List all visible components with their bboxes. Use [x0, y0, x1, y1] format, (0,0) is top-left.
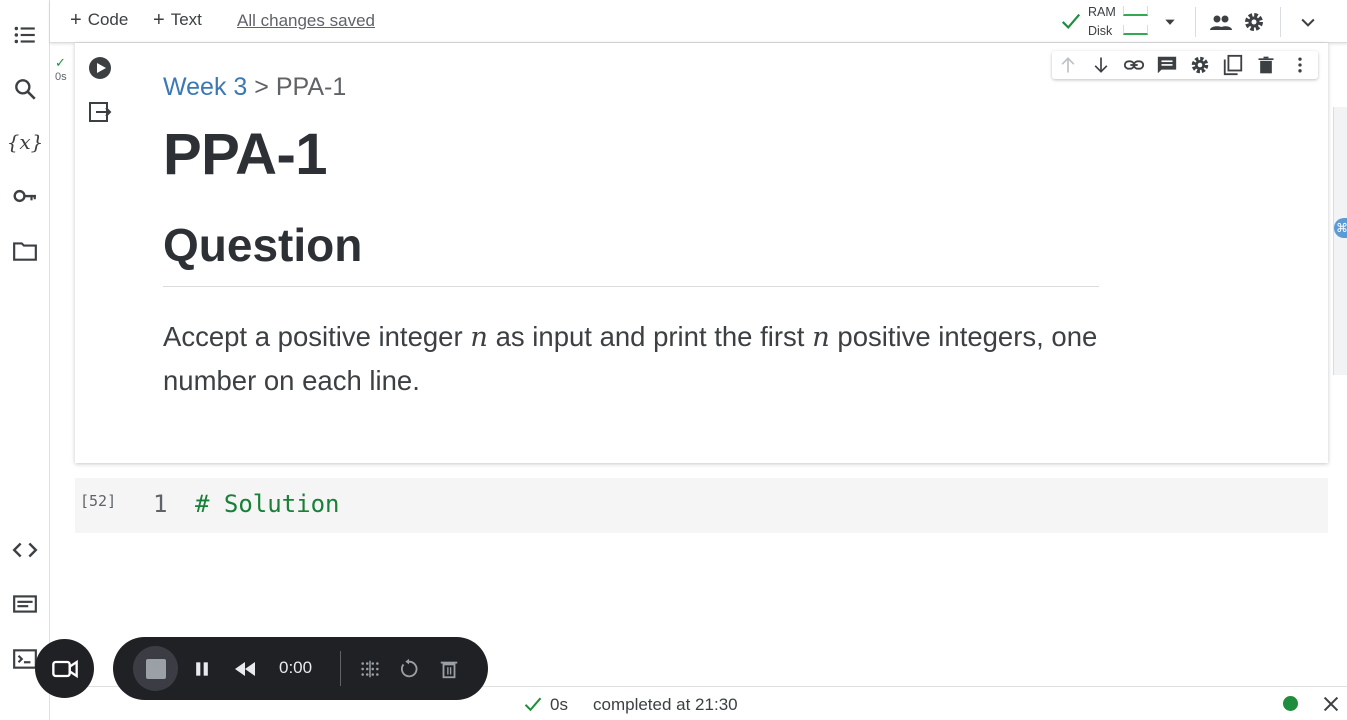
section-heading: Question [163, 219, 363, 271]
disk-bar [1123, 25, 1148, 35]
math-variable: n [812, 321, 830, 353]
copy-icon[interactable] [1221, 53, 1245, 77]
math-variable: n [470, 321, 488, 353]
divider [1195, 7, 1196, 37]
cell-run-time: 0s [55, 71, 67, 83]
status-completed: completed at 21:30 [593, 695, 738, 714]
disk-label: Disk [1088, 24, 1113, 38]
plus-icon: + [153, 9, 165, 31]
breadcrumb-separator: > [254, 73, 269, 101]
cell-run-check-icon: ✓ [55, 55, 66, 70]
stop-icon [145, 658, 166, 679]
trash-icon[interactable] [1254, 53, 1278, 77]
camera-icon [51, 659, 78, 678]
breadcrumb-current: PPA-1 [275, 73, 347, 101]
folder-icon[interactable] [10, 236, 40, 266]
ram-bar [1123, 6, 1148, 16]
save-status-link[interactable]: All changes saved [237, 11, 375, 31]
recording-controls: 0:00 [113, 637, 488, 700]
question-text-part: Accept a positive integer [163, 321, 471, 352]
scrollbar[interactable] [1333, 107, 1347, 375]
add-text-button[interactable]: + Text [153, 10, 202, 30]
code-snippets-icon[interactable] [10, 535, 40, 565]
key-icon[interactable] [10, 181, 40, 211]
check-icon [524, 697, 542, 712]
reset-icon[interactable] [396, 656, 422, 682]
add-code-button[interactable]: + Code [70, 10, 128, 30]
comment-icon[interactable] [1155, 53, 1179, 77]
execution-count: [52] [80, 492, 117, 510]
add-code-label: Code [87, 10, 129, 29]
people-icon[interactable] [1208, 9, 1234, 35]
heading-divider [163, 286, 1099, 287]
stop-button[interactable] [133, 646, 178, 691]
line-number: 1 [153, 490, 168, 518]
plus-icon: + [70, 9, 82, 31]
recording-timer: 0:00 [279, 658, 313, 677]
trash-icon[interactable] [436, 656, 462, 682]
run-icon[interactable] [88, 56, 112, 80]
link-icon[interactable] [1122, 53, 1146, 77]
left-sidebar: {x} [0, 0, 50, 720]
question-text-part: as input and print the first [487, 321, 813, 352]
grid-icon[interactable] [357, 656, 383, 682]
question-text: Accept a positive integer n as input and… [163, 315, 1113, 403]
variables-icon[interactable]: {x} [7, 127, 44, 157]
gear-icon[interactable] [1241, 9, 1267, 35]
check-icon [1061, 13, 1081, 30]
arrow-up-icon[interactable] [1056, 53, 1080, 77]
search-icon[interactable] [10, 74, 40, 104]
cell-toolbar [1052, 51, 1318, 79]
markdown-cell[interactable]: Week 3 > PPA-1 PPA-1 Question Accept a p… [75, 43, 1328, 463]
toc-icon[interactable] [10, 20, 40, 50]
close-icon[interactable] [1320, 693, 1342, 715]
ram-label: RAM [1088, 5, 1116, 19]
breadcrumb-link[interactable]: Week 3 [163, 73, 247, 101]
code-line[interactable]: # Solution [195, 490, 340, 518]
command-palette-icon[interactable] [10, 589, 40, 619]
pause-icon[interactable] [189, 656, 215, 682]
rewind-icon[interactable] [232, 656, 258, 682]
more-icon[interactable] [1288, 53, 1312, 77]
breadcrumb: Week 3 > PPA-1 [163, 73, 346, 102]
add-text-label: Text [170, 10, 202, 29]
arrow-down-icon[interactable] [1089, 53, 1113, 77]
top-toolbar: + Code + Text All changes saved RAM Disk [50, 0, 1347, 43]
chevron-down-icon[interactable] [1295, 9, 1321, 35]
divider [340, 651, 341, 686]
status-dot-icon [1283, 696, 1298, 711]
divider [1280, 7, 1281, 37]
dropdown-icon[interactable] [1157, 9, 1183, 35]
camera-button[interactable] [35, 639, 94, 698]
command-badge-icon[interactable]: ⌘ [1334, 218, 1347, 238]
status-duration: 0s [550, 695, 568, 714]
gear-icon[interactable] [1188, 53, 1212, 77]
code-cell[interactable]: [52] 1 # Solution [75, 478, 1328, 533]
output-icon[interactable] [88, 100, 112, 124]
page-title: PPA-1 [163, 122, 328, 187]
